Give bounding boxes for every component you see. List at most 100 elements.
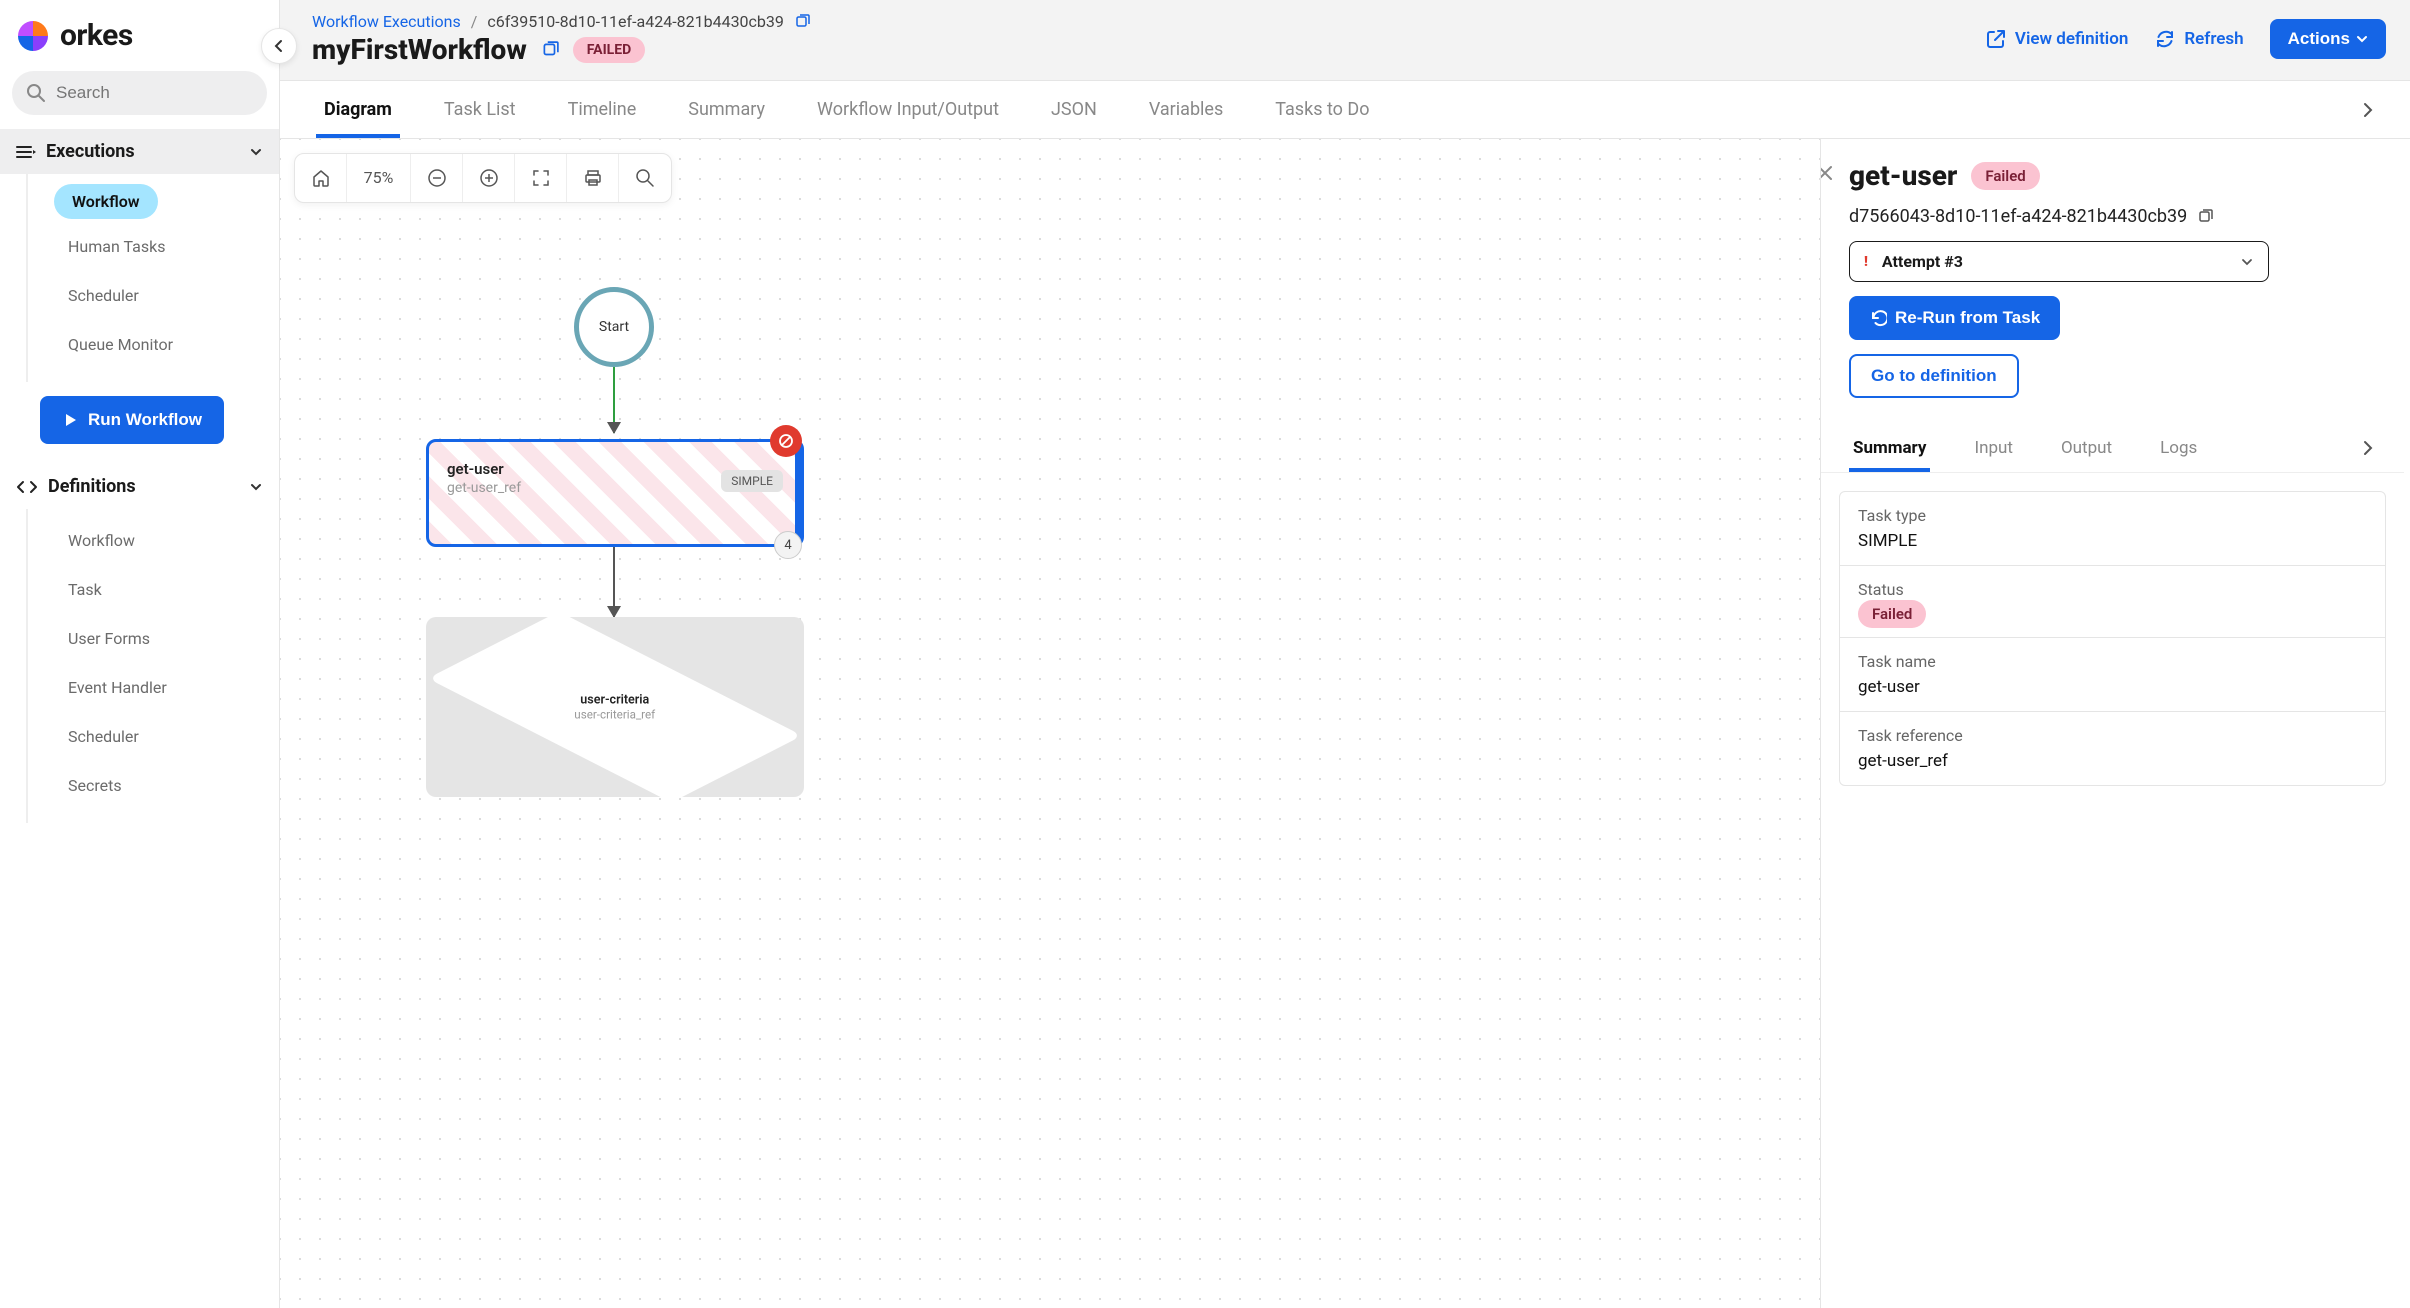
field-label-task-type: Task type xyxy=(1858,506,2367,525)
nav-group-executions-label: Executions xyxy=(46,141,249,162)
tab-timeline[interactable]: Timeline xyxy=(560,81,645,138)
actions-button[interactable]: Actions xyxy=(2270,19,2386,59)
breadcrumb-separator: / xyxy=(471,12,478,31)
error-icon xyxy=(770,425,802,457)
task-status-badge: Failed xyxy=(1971,162,2039,190)
tab-task-list[interactable]: Task List xyxy=(436,81,524,138)
details-tab-input[interactable]: Input xyxy=(1970,424,2017,472)
sidebar-item-def-event-handler[interactable]: Event Handler xyxy=(54,666,279,709)
tab-variables[interactable]: Variables xyxy=(1141,81,1231,138)
tab-summary[interactable]: Summary xyxy=(680,81,773,138)
zoom-in-button[interactable] xyxy=(463,154,515,202)
details-panel: get-user Failed d7566043-8d10-11ef-a424-… xyxy=(1820,139,2410,1308)
nav-group-definitions[interactable]: Definitions xyxy=(0,464,279,509)
logo-icon xyxy=(16,19,50,53)
tab-tasks-to-do[interactable]: Tasks to Do xyxy=(1267,81,1377,138)
sidebar-item-human-tasks[interactable]: Human Tasks xyxy=(54,225,279,268)
details-tab-logs[interactable]: Logs xyxy=(2156,424,2201,472)
nav-group-executions[interactable]: Executions xyxy=(0,129,279,174)
field-label-status: Status xyxy=(1858,580,2367,599)
refresh-link[interactable]: Refresh xyxy=(2154,28,2243,50)
chevron-down-icon xyxy=(249,145,263,159)
tab-diagram[interactable]: Diagram xyxy=(316,81,400,138)
print-button[interactable] xyxy=(567,154,619,202)
search-input[interactable] xyxy=(56,83,277,103)
details-fields: Task type SIMPLE Status Failed Task name… xyxy=(1839,491,2386,786)
sidebar-item-def-task[interactable]: Task xyxy=(54,568,279,611)
home-button[interactable] xyxy=(295,154,347,202)
node-switch-ref: user-criteria_ref xyxy=(575,708,656,721)
main-tabs: Diagram Task List Timeline Summary Workf… xyxy=(280,81,2410,139)
external-link-icon xyxy=(1985,28,2007,50)
sidebar-item-def-scheduler[interactable]: Scheduler xyxy=(54,715,279,758)
task-id: d7566043-8d10-11ef-a424-821b4430cb39 xyxy=(1849,206,2187,227)
status-badge: FAILED xyxy=(573,37,645,63)
tab-json[interactable]: JSON xyxy=(1043,81,1105,138)
tab-workflow-io[interactable]: Workflow Input/Output xyxy=(809,81,1007,138)
search-diagram-button[interactable] xyxy=(619,154,671,202)
undo-icon xyxy=(1869,309,1887,327)
top-header: Workflow Executions / c6f39510-8d10-11ef… xyxy=(280,0,2410,81)
rerun-from-task-button[interactable]: Re-Run from Task xyxy=(1849,296,2060,340)
sidebar-item-def-secrets[interactable]: Secrets xyxy=(54,764,279,807)
field-value-status: Failed xyxy=(1858,600,1926,628)
code-icon xyxy=(16,479,38,495)
nav-group-definitions-label: Definitions xyxy=(48,476,249,497)
details-tabs-scroll-right[interactable] xyxy=(2360,430,2376,466)
field-value-task-ref: get-user_ref xyxy=(1858,751,2367,771)
diagram-panel[interactable]: 75% xyxy=(280,139,1820,1308)
retry-count-badge: 4 xyxy=(774,531,802,559)
diagram-toolbar: 75% xyxy=(294,153,672,203)
details-tab-summary[interactable]: Summary xyxy=(1849,424,1930,472)
sidebar-item-workflow[interactable]: Workflow xyxy=(54,184,158,219)
run-workflow-button[interactable]: Run Workflow xyxy=(40,396,224,444)
copy-icon[interactable] xyxy=(541,41,559,59)
field-label-task-ref: Task reference xyxy=(1858,726,2367,745)
collapse-sidebar-button[interactable] xyxy=(261,28,297,64)
field-value-task-type: SIMPLE xyxy=(1858,531,2367,551)
copy-icon[interactable] xyxy=(2197,209,2213,225)
node-switch-name: user-criteria xyxy=(575,692,656,706)
view-definition-link[interactable]: View definition xyxy=(1985,28,2128,50)
edge-task-to-switch xyxy=(613,547,615,617)
node-start[interactable]: Start xyxy=(574,287,654,367)
details-tabs: Summary Input Output Logs xyxy=(1821,424,2404,473)
go-to-definition-button[interactable]: Go to definition xyxy=(1849,354,2019,398)
node-start-label: Start xyxy=(599,319,629,335)
refresh-label: Refresh xyxy=(2184,29,2243,49)
attempt-select[interactable]: ! Attempt #3 xyxy=(1849,241,2269,282)
sidebar-item-def-user-forms[interactable]: User Forms xyxy=(54,617,279,660)
execution-id: c6f39510-8d10-11ef-a424-821b4430cb39 xyxy=(487,12,784,31)
search-icon xyxy=(26,83,46,103)
sidebar-item-scheduler[interactable]: Scheduler xyxy=(54,274,279,317)
tabs-scroll-right[interactable] xyxy=(2350,92,2386,128)
field-value-task-name: get-user xyxy=(1858,677,2367,697)
logo-row: orkes xyxy=(0,0,279,71)
details-tab-output[interactable]: Output xyxy=(2057,424,2116,472)
play-icon xyxy=(62,412,78,428)
sidebar-item-queue-monitor[interactable]: Queue Monitor xyxy=(54,323,279,366)
fit-button[interactable] xyxy=(515,154,567,202)
search-box[interactable]: ⌘ K xyxy=(12,71,267,115)
actions-label: Actions xyxy=(2288,29,2350,49)
field-label-task-name: Task name xyxy=(1858,652,2367,671)
chevron-down-icon xyxy=(249,480,263,494)
attempt-label: Attempt #3 xyxy=(1882,252,2226,271)
close-details-button[interactable] xyxy=(1820,163,1835,183)
executions-icon xyxy=(16,144,36,160)
brand-name: orkes xyxy=(60,18,133,53)
workflow-name: myFirstWorkflow xyxy=(312,33,527,66)
view-definition-label: View definition xyxy=(2015,29,2128,49)
node-user-criteria[interactable]: user-criteria user-criteria_ref xyxy=(426,617,804,797)
chevron-down-icon xyxy=(2240,255,2254,269)
run-workflow-label: Run Workflow xyxy=(88,410,202,430)
chevron-down-icon xyxy=(2356,33,2368,45)
edge-start-to-task xyxy=(613,367,615,433)
warning-icon: ! xyxy=(1864,254,1868,270)
zoom-level: 75% xyxy=(347,154,411,202)
node-get-user[interactable]: get-user get-user_ref SIMPLE xyxy=(426,439,804,547)
sidebar-item-def-workflow[interactable]: Workflow xyxy=(54,519,279,562)
breadcrumb-link[interactable]: Workflow Executions xyxy=(312,12,461,31)
copy-icon[interactable] xyxy=(794,14,810,30)
zoom-out-button[interactable] xyxy=(411,154,463,202)
